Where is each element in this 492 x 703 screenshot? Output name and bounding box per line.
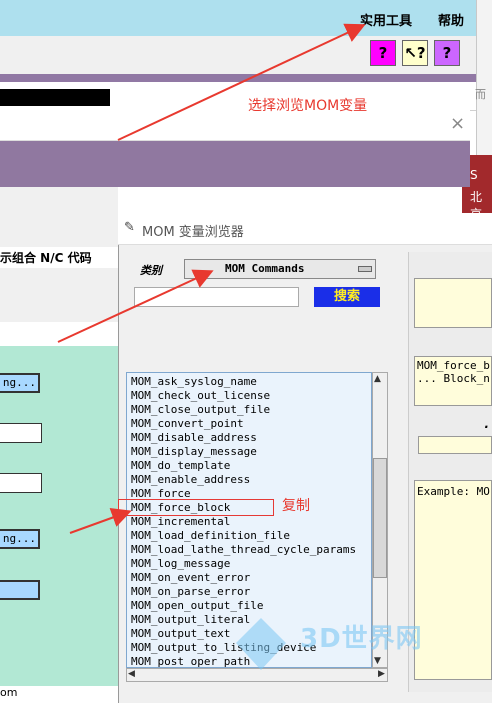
arrow-to-category	[57, 269, 214, 343]
annotation-copy: 复制	[282, 498, 310, 514]
arrow-to-tools-menu	[117, 23, 366, 141]
annotation-select-browse: 选择浏览MOM变量	[248, 98, 368, 114]
watermark-text: 3D世界网	[300, 624, 423, 654]
highlight-box	[118, 499, 274, 516]
annotation-arrows	[57, 23, 366, 534]
